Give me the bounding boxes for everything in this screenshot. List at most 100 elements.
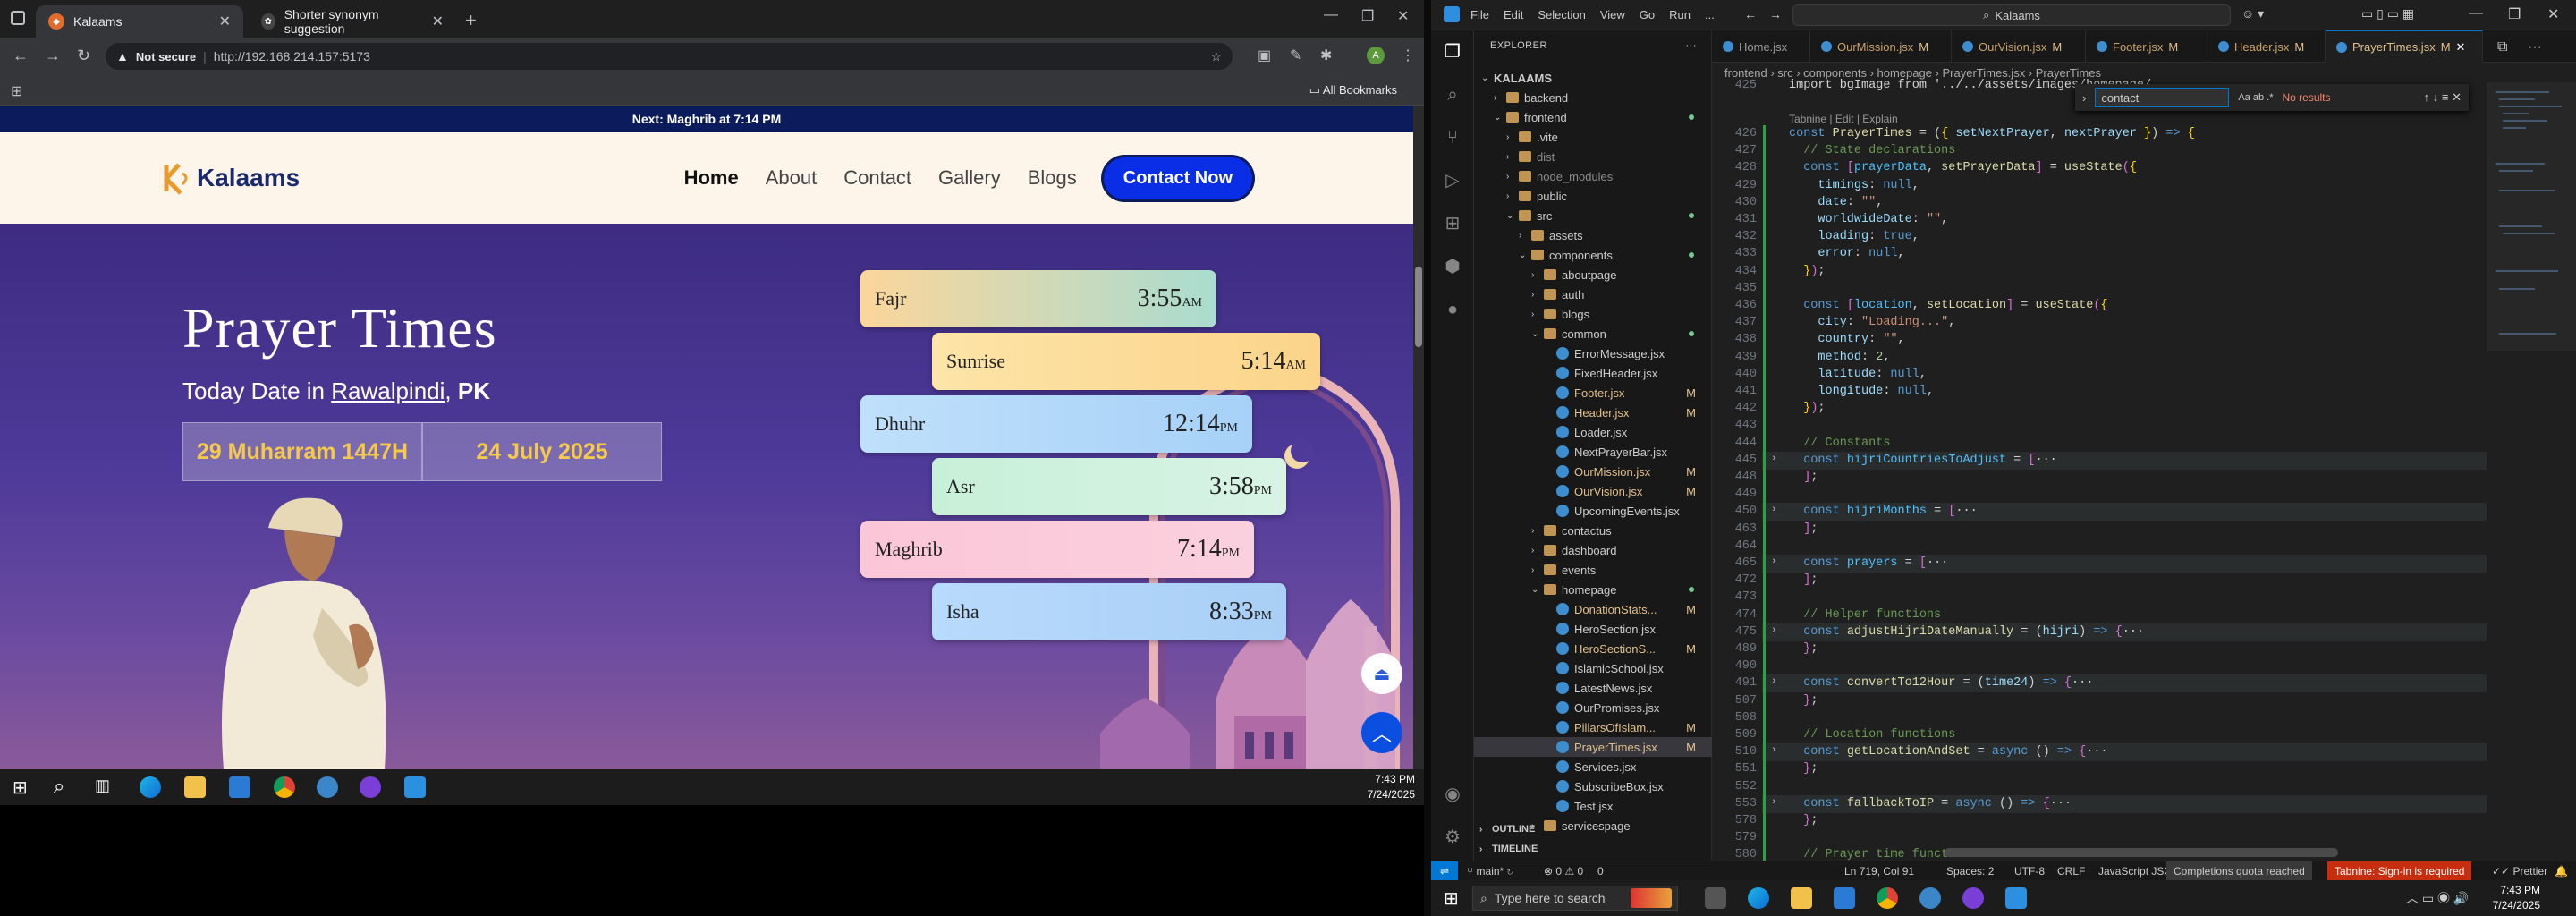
- tree-file[interactable]: Footer.jsx M: [1474, 383, 1712, 403]
- code-line[interactable]: const adjustHijriDateManually = (hijri) …: [1789, 625, 2144, 639]
- menu-edit[interactable]: Edit: [1504, 8, 1523, 21]
- page-scrollbar[interactable]: [1413, 106, 1424, 769]
- tree-file[interactable]: Loader.jsx: [1474, 422, 1712, 442]
- code-line[interactable]: latitude: null,: [1789, 368, 1927, 381]
- app-icon[interactable]: [1919, 887, 1941, 909]
- menu-more[interactable]: ...: [1705, 8, 1715, 21]
- indentation[interactable]: Spaces: 2: [1946, 865, 1994, 878]
- edge-icon[interactable]: [1748, 887, 1769, 909]
- tab-search-icon[interactable]: [11, 11, 25, 25]
- forward-arrow-icon[interactable]: →: [1769, 7, 1782, 21]
- tree-folder[interactable]: › node_modules: [1474, 166, 1712, 186]
- code-line[interactable]: loading: true,: [1789, 230, 1919, 243]
- problems-count[interactable]: ⊗ 0 ⚠ 0: [1544, 865, 1583, 878]
- code-line[interactable]: ];: [1789, 471, 1818, 484]
- code-line[interactable]: country: "",: [1789, 333, 1904, 346]
- fold-chevron-icon[interactable]: ›: [1771, 556, 1777, 567]
- editor-tab[interactable]: Home.jsx: [1712, 30, 1810, 63]
- search-icon[interactable]: ⌕: [54, 775, 64, 798]
- code-line[interactable]: const getLocationAndSet = async () => {·…: [1789, 745, 2107, 759]
- tree-folder[interactable]: ⌄ frontend: [1474, 107, 1712, 127]
- taskbar-search[interactable]: ⌕ Type here to search: [1472, 886, 1678, 911]
- code-line[interactable]: };: [1789, 694, 1818, 708]
- tree-file[interactable]: LatestNews.jsx: [1474, 678, 1712, 698]
- tree-folder[interactable]: › events: [1474, 560, 1712, 580]
- account-icon[interactable]: ◉: [1442, 784, 1463, 805]
- tree-folder[interactable]: › dist: [1474, 147, 1712, 166]
- reload-icon[interactable]: ↻: [77, 47, 90, 65]
- vscode-icon[interactable]: [404, 776, 426, 798]
- minimize-icon[interactable]: —: [1324, 7, 1338, 23]
- task-view-icon[interactable]: [1705, 887, 1726, 909]
- nav-about[interactable]: About: [766, 166, 818, 190]
- more-actions-icon[interactable]: ···: [1686, 40, 1698, 51]
- close-window-icon[interactable]: ✕: [1397, 7, 1409, 25]
- github-desktop-icon[interactable]: [1962, 887, 1984, 909]
- mongodb-icon[interactable]: ●: [1442, 299, 1463, 320]
- tree-folder[interactable]: ⌄ src: [1474, 206, 1712, 225]
- tree-folder[interactable]: › blogs: [1474, 304, 1712, 324]
- close-window-icon[interactable]: ✕: [2547, 5, 2559, 23]
- encoding[interactable]: UTF-8: [2014, 865, 2045, 878]
- fold-chevron-icon[interactable]: ›: [1771, 505, 1777, 515]
- editor-tab[interactable]: Header.jsx M: [2207, 30, 2326, 63]
- tree-folder[interactable]: › backend: [1474, 88, 1712, 107]
- chrome-icon[interactable]: [274, 776, 295, 798]
- tree-folder[interactable]: › .vite: [1474, 127, 1712, 147]
- cursor-position[interactable]: Ln 719, Col 91: [1844, 865, 1914, 878]
- code-line[interactable]: // Helper functions: [1789, 608, 1941, 622]
- task-view-icon[interactable]: ▥: [95, 776, 110, 795]
- code-line[interactable]: const prayers = [···: [1789, 556, 1948, 570]
- code-line[interactable]: };: [1789, 814, 1818, 827]
- windows-start-icon[interactable]: ⊞: [13, 776, 28, 799]
- code-line[interactable]: const PrayerTimes = ({ setNextPrayer, ne…: [1789, 127, 2195, 140]
- file-explorer-icon[interactable]: [1791, 887, 1812, 909]
- chevron-right-icon[interactable]: ›: [2082, 91, 2086, 105]
- clock[interactable]: 7:43 PM 7/24/2025: [2493, 883, 2540, 913]
- explorer-files-icon[interactable]: ❐: [1442, 41, 1463, 63]
- fold-chevron-icon[interactable]: ›: [1771, 797, 1777, 808]
- tree-file[interactable]: Test.jsx: [1474, 796, 1712, 816]
- remote-explorer-icon[interactable]: ⬢: [1442, 256, 1463, 277]
- split-editor-icon[interactable]: ⧉: [2497, 39, 2507, 55]
- back-icon[interactable]: ←: [13, 47, 29, 65]
- prettier-status[interactable]: ✓✓ Prettier: [2492, 865, 2547, 878]
- tree-file[interactable]: Services.jsx: [1474, 757, 1712, 776]
- tabnine-codelens[interactable]: Tabnine | Edit | Explain: [1789, 113, 1898, 125]
- store-icon[interactable]: [1834, 887, 1855, 909]
- new-tab-icon[interactable]: +: [465, 9, 477, 32]
- minimize-icon[interactable]: —: [2469, 5, 2483, 21]
- code-line[interactable]: worldwideDate: "",: [1789, 213, 1948, 226]
- address-bar[interactable]: ▲ Not secure | http://192.168.214.157:51…: [106, 43, 1233, 70]
- url-text[interactable]: http://192.168.214.157:5173: [214, 49, 370, 64]
- code-line[interactable]: });: [1789, 265, 1825, 278]
- tree-file[interactable]: FixedHeader.jsx: [1474, 363, 1712, 383]
- more-actions-icon[interactable]: ···: [2528, 39, 2542, 55]
- editor-tab[interactable]: Footer.jsx M: [2086, 30, 2207, 63]
- ports-count[interactable]: 0: [1597, 865, 1604, 878]
- edge-icon[interactable]: [140, 776, 161, 798]
- menu-view[interactable]: View: [1600, 8, 1625, 21]
- fold-chevron-icon[interactable]: ›: [1771, 745, 1777, 756]
- tree-folder[interactable]: › aboutpage: [1474, 265, 1712, 284]
- copilot-quota-status[interactable]: Completions quota reached: [2166, 861, 2312, 881]
- profile-avatar[interactable]: A: [1367, 47, 1385, 64]
- tree-file[interactable]: NextPrayerBar.jsx: [1474, 442, 1712, 462]
- maximize-icon[interactable]: ❐: [1361, 7, 1374, 25]
- notifications-bell-icon[interactable]: 🔔: [2555, 865, 2568, 878]
- fold-chevron-icon[interactable]: ›: [1771, 454, 1777, 464]
- extension-icon[interactable]: ▣: [1258, 47, 1271, 64]
- code-line[interactable]: error: null,: [1789, 247, 1904, 260]
- code-line[interactable]: // Constants: [1789, 437, 1890, 450]
- code-line[interactable]: const [prayerData, setPrayerData] = useS…: [1789, 161, 2137, 174]
- horizontal-scrollbar[interactable]: [1945, 848, 2338, 857]
- menu-run[interactable]: Run: [1669, 8, 1690, 21]
- editor-tab[interactable]: OurVision.jsx M: [1952, 30, 2086, 63]
- find-input[interactable]: [2095, 88, 2230, 107]
- close-tab-icon[interactable]: ✕: [432, 13, 444, 30]
- extensions-puzzle-icon[interactable]: ✱: [1320, 47, 1332, 64]
- minimap[interactable]: [2487, 82, 2576, 861]
- store-icon[interactable]: [229, 776, 250, 798]
- scroll-top-button[interactable]: ︿: [1361, 712, 1402, 753]
- code-line[interactable]: longitude: null,: [1789, 385, 1934, 398]
